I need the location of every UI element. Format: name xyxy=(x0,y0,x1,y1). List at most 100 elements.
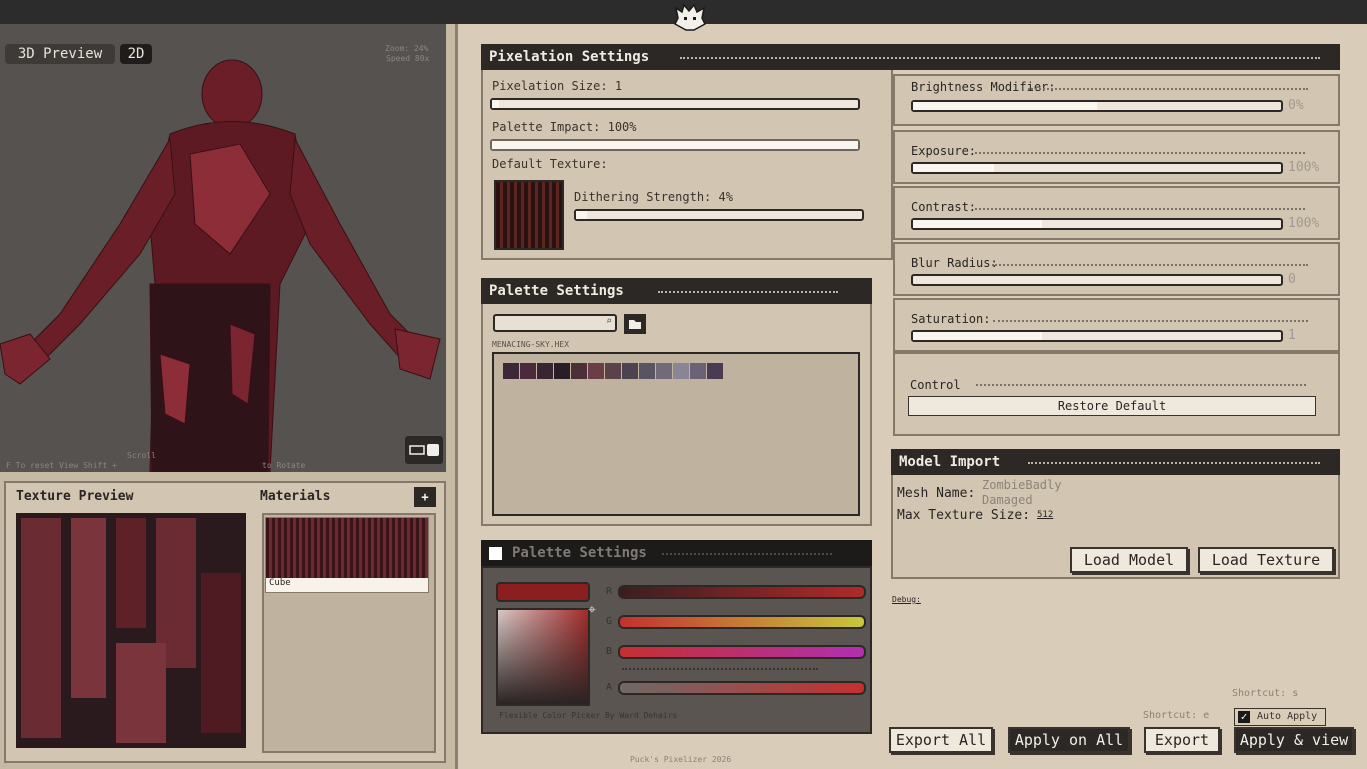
apply-on-all-button[interactable]: Apply on All xyxy=(1008,727,1130,753)
material-thumbnail xyxy=(266,518,428,578)
picker-dots xyxy=(622,668,818,670)
current-color-swatch[interactable] xyxy=(496,582,590,602)
adjust-slider-fill xyxy=(913,102,1097,110)
adjust-slider-fill xyxy=(913,332,1042,340)
adjust-label: Blur Radius: xyxy=(911,256,998,270)
debug-link[interactable]: Debug: xyxy=(892,595,921,604)
open-folder-button[interactable] xyxy=(624,314,646,334)
adjust-slider-fill xyxy=(913,164,994,172)
adjust-slider[interactable] xyxy=(911,274,1283,286)
scroll-hint: Scroll xyxy=(127,451,156,460)
dithering-fill xyxy=(576,211,588,219)
mesh-name-label: Mesh Name: xyxy=(897,486,976,501)
max-texture-value[interactable]: 512 xyxy=(1037,510,1053,520)
red-channel-slider[interactable] xyxy=(618,585,866,599)
adjust-slider[interactable] xyxy=(911,218,1283,230)
search-icon: ⌕ xyxy=(605,316,612,327)
restore-default-button[interactable]: Restore Default xyxy=(908,396,1316,416)
header-dots xyxy=(680,57,1320,59)
palette-swatch[interactable] xyxy=(656,363,672,379)
auto-apply-toggle[interactable]: ✓ Auto Apply xyxy=(1234,708,1326,726)
palette-impact-slider[interactable] xyxy=(490,139,860,151)
palette-swatch[interactable] xyxy=(605,363,621,379)
model-header-dots xyxy=(1028,462,1320,464)
palette-swatch[interactable] xyxy=(537,363,553,379)
rotate-hint: to Rotate xyxy=(262,461,306,470)
folder-icon xyxy=(629,320,641,329)
palette-impact-fill xyxy=(492,141,858,149)
palette-title: Palette Settings xyxy=(489,283,624,299)
blue-channel-slider[interactable] xyxy=(618,645,866,659)
adjust-dots xyxy=(975,208,1305,210)
adjust-row: Saturation: 1 xyxy=(893,298,1340,352)
material-name: Cube xyxy=(269,578,291,588)
export-all-button[interactable]: Export All xyxy=(889,727,993,753)
palette-search-input[interactable]: ⌕ xyxy=(493,314,617,332)
adjust-row: Contrast: 100% xyxy=(893,186,1340,240)
color-picker-toggle[interactable] xyxy=(489,546,502,560)
load-texture-button[interactable]: Load Texture xyxy=(1198,547,1334,573)
adjust-value: 100% xyxy=(1288,216,1320,231)
picker-crosshair-icon: ⌖ xyxy=(588,602,596,618)
color-picker-title: Palette Settings xyxy=(512,545,647,561)
saturation-value-box[interactable] xyxy=(496,608,590,706)
palette-swatch[interactable] xyxy=(588,363,604,379)
pixelation-size-slider[interactable] xyxy=(490,98,860,110)
adjust-dots xyxy=(993,320,1308,322)
material-item[interactable]: Cube xyxy=(265,517,429,593)
control-panel xyxy=(893,352,1340,436)
palette-swatch[interactable] xyxy=(639,363,655,379)
palette-swatches xyxy=(503,363,733,381)
export-button[interactable]: Export xyxy=(1144,727,1220,753)
3d-preview-button[interactable]: 3D Preview xyxy=(5,44,115,64)
max-texture-label: Max Texture Size: xyxy=(897,508,1031,523)
texture-preview-title: Texture Preview xyxy=(16,489,134,504)
adjust-slider-fill xyxy=(913,220,1042,228)
adjust-row: Blur Radius: 0 xyxy=(893,242,1340,296)
load-model-button[interactable]: Load Model xyxy=(1070,547,1188,573)
adjust-slider[interactable] xyxy=(911,330,1283,342)
adjust-label: Exposure: xyxy=(911,144,977,158)
shortcut-e-hint: Shortcut: e xyxy=(1143,710,1210,721)
default-texture-thumbnail[interactable] xyxy=(494,180,564,250)
mesh-name-value: ZombieBadly Damaged xyxy=(982,478,1062,507)
adjust-dots xyxy=(992,264,1308,266)
adjust-value: 0 xyxy=(1288,272,1296,287)
adjust-label: Saturation: xyxy=(911,312,991,326)
adjust-label: Contrast: xyxy=(911,200,977,214)
apply-and-view-button[interactable]: Apply & view xyxy=(1234,727,1354,753)
app-logo-icon xyxy=(674,3,706,31)
shortcut-s-hint: Shortcut: s xyxy=(1232,688,1299,699)
r-label: R xyxy=(606,586,613,597)
2d-button[interactable]: 2D xyxy=(120,44,152,64)
adjust-row: Brightness Modifier: 0% xyxy=(893,74,1340,126)
add-material-button[interactable]: + xyxy=(414,487,436,507)
palette-swatch[interactable] xyxy=(707,363,723,379)
uv-texture-icon xyxy=(21,518,241,743)
palette-swatch[interactable] xyxy=(571,363,587,379)
alpha-channel-slider[interactable] xyxy=(618,681,866,695)
adjust-slider[interactable] xyxy=(911,100,1283,112)
palette-swatch[interactable] xyxy=(503,363,519,379)
texture-preview-image xyxy=(16,513,246,748)
adjust-slider[interactable] xyxy=(911,162,1283,174)
reset-hint: F To reset View Shift + xyxy=(6,461,117,470)
auto-apply-label: Auto Apply xyxy=(1257,711,1318,722)
green-channel-slider[interactable] xyxy=(618,615,866,629)
pixelation-title: Pixelation Settings xyxy=(489,49,650,65)
adjust-label: Brightness Modifier: xyxy=(911,80,1056,94)
default-texture-label: Default Texture: xyxy=(492,157,608,171)
palette-swatch[interactable] xyxy=(622,363,638,379)
dithering-slider[interactable] xyxy=(574,209,864,221)
3d-viewport[interactable] xyxy=(0,24,446,472)
control-label: Control xyxy=(910,378,961,392)
screenshot-button[interactable] xyxy=(405,436,443,464)
palette-swatch[interactable] xyxy=(554,363,570,379)
palette-swatch[interactable] xyxy=(690,363,706,379)
b-label: B xyxy=(606,646,613,657)
checkbox-checked-icon: ✓ xyxy=(1238,711,1250,723)
dithering-label: Dithering Strength: 4% xyxy=(574,190,733,204)
control-dots xyxy=(976,384,1306,386)
palette-swatch[interactable] xyxy=(673,363,689,379)
palette-swatch[interactable] xyxy=(520,363,536,379)
